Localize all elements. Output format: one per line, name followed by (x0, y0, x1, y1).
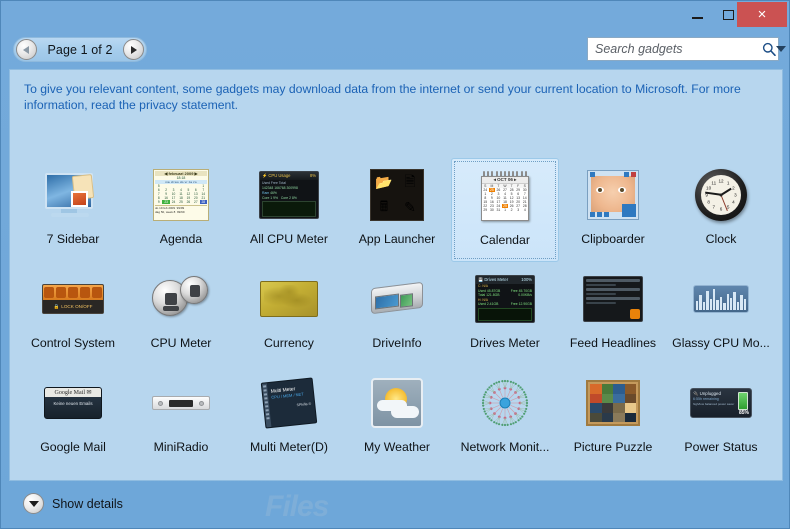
gadget-item-allcpu[interactable]: ⚡ CPU Usage8% Used Free Total 142348 166… (235, 158, 343, 262)
gadget-item-control[interactable]: 🔒LOCK ON/OFF Control System (19, 262, 127, 366)
gadget-item-glassy[interactable]: Glassy CPU Mo... (667, 262, 775, 366)
gadget-label: Drives Meter (470, 336, 540, 350)
gadget-item-sidebar[interactable]: 7 Sidebar (19, 158, 127, 262)
gadget-thumbnail-sidebar (42, 164, 104, 226)
next-page-button[interactable] (123, 39, 144, 60)
gadget-item-puzzle[interactable]: Picture Puzzle (559, 366, 667, 470)
gadget-item-currency[interactable]: Currency (235, 262, 343, 366)
gadget-label: Currency (264, 336, 314, 350)
chevron-left-icon (23, 46, 29, 54)
chevron-down-icon (776, 46, 786, 52)
minimize-button[interactable] (683, 2, 712, 27)
gadget-label: Network Monit... (461, 440, 550, 454)
gadget-label: Power Status (684, 440, 757, 454)
search-input[interactable] (588, 38, 762, 60)
gadget-label: CPU Meter (151, 336, 212, 350)
gadget-label: All CPU Meter (250, 232, 328, 246)
footer: Show details (1, 481, 790, 528)
search-dropdown-button[interactable] (776, 46, 790, 52)
gadget-thumbnail-allcpu: ⚡ CPU Usage8% Used Free Total 142348 166… (258, 164, 320, 226)
gadget-thumbnail-weather (366, 372, 428, 434)
gadget-thumbnail-puzzle (582, 372, 644, 434)
gadget-label: Clock (706, 232, 737, 246)
gadget-label: MiniRadio (154, 440, 209, 454)
maximize-icon (723, 10, 734, 20)
gadget-gallery-window: × Page 1 of 2 (0, 0, 790, 529)
gadget-item-weather[interactable]: My Weather (343, 366, 451, 470)
gadget-item-clock[interactable]: 121234567891011 Clock (667, 158, 775, 262)
pager-label: Page 1 of 2 (37, 43, 123, 57)
gadget-thumbnail-multimeter: Multi Meter CPU / MEM / NETSPkilla © (258, 372, 320, 434)
gadget-item-drivesmeter[interactable]: 💾 Drives Meter 100% C: N/A Used 45.87GBF… (451, 262, 559, 366)
gadget-grid: 7 Sidebar ◀ februari 2009 ▶ 18:18ma di wo… (19, 158, 775, 470)
minimize-icon (692, 17, 703, 19)
gadget-thumbnail-clock: 121234567891011 (690, 164, 752, 226)
gadget-item-network[interactable]: Network Monit... (451, 366, 559, 470)
gadget-label: Glassy CPU Mo... (672, 336, 770, 350)
privacy-notice: To give you relevant content, some gadge… (24, 81, 762, 113)
gadget-label: 7 Sidebar (47, 232, 100, 246)
gadget-label: My Weather (364, 440, 430, 454)
gadget-thumbnail-glassy (690, 268, 752, 330)
gadget-item-miniradio[interactable]: MiniRadio (127, 366, 235, 470)
gadget-thumbnail-drivesmeter: 💾 Drives Meter 100% C: N/A Used 45.87GBF… (474, 268, 536, 330)
show-details-button[interactable]: Show details (23, 493, 123, 514)
gadget-thumbnail-miniradio (150, 372, 212, 434)
gadget-thumbnail-applaunch: 📂🗎🖩✎ (366, 164, 428, 226)
gadget-thumbnail-feed (582, 268, 644, 330)
chevron-right-icon (131, 46, 137, 54)
gadget-item-agenda[interactable]: ◀ februari 2009 ▶ 18:18ma di wo do vr za… (127, 158, 235, 262)
gadget-item-calendar[interactable]: ◂ OCT 06 ▸SMTWTFS24252627282930123456789… (451, 158, 559, 262)
gadget-label: DriveInfo (372, 336, 421, 350)
gadget-label: Picture Puzzle (574, 440, 653, 454)
gadget-thumbnail-clipboarder (582, 164, 644, 226)
gadget-item-applaunch[interactable]: 📂🗎🖩✎ App Launcher (343, 158, 451, 262)
gadget-thumbnail-driveinfo (366, 268, 428, 330)
pager: Page 1 of 2 (13, 37, 147, 62)
gadget-thumbnail-network (474, 372, 536, 434)
gadget-label: Feed Headlines (570, 336, 656, 350)
search-box[interactable] (587, 37, 779, 61)
close-icon: × (758, 7, 767, 22)
gadget-label: Clipboarder (581, 232, 645, 246)
close-button[interactable]: × (737, 2, 787, 27)
gadget-thumbnail-currency (258, 268, 320, 330)
gadget-label: Multi Meter(D) (250, 440, 328, 454)
gadget-gallery-content: To give you relevant content, some gadge… (9, 69, 783, 481)
show-details-label: Show details (52, 497, 123, 511)
gadget-label: Google Mail (40, 440, 106, 454)
chevron-down-glyph (29, 501, 39, 507)
gadget-item-feed[interactable]: Feed Headlines (559, 262, 667, 366)
title-bar: × (1, 1, 790, 30)
toolbar: Page 1 of 2 (1, 33, 790, 67)
gadget-label: App Launcher (359, 232, 436, 246)
gadget-thumbnail-agenda: ◀ februari 2009 ▶ 18:18ma di wo do vr za… (150, 164, 212, 226)
gadget-item-cpumeter[interactable]: CPU Meter (127, 262, 235, 366)
gadget-label: Control System (31, 336, 115, 350)
gadget-thumbnail-control: 🔒LOCK ON/OFF (42, 268, 104, 330)
gadget-label: Calendar (480, 233, 530, 247)
gadget-item-driveinfo[interactable]: DriveInfo (343, 262, 451, 366)
gadget-thumbnail-cpumeter (150, 268, 212, 330)
gadget-thumbnail-calendar: ◂ OCT 06 ▸SMTWTFS24252627282930123456789… (474, 165, 536, 227)
gadget-thumbnail-gmail: Google Mail ✉Keine neuen Emails (42, 372, 104, 434)
gadget-item-clipboarder[interactable]: Clipboarder (559, 158, 667, 262)
previous-page-button[interactable] (16, 39, 37, 60)
gadget-label: Agenda (160, 232, 202, 246)
chevron-down-icon[interactable] (23, 493, 44, 514)
search-icon[interactable] (762, 42, 776, 56)
gadget-thumbnail-power: 🔌 Unplugged 6:55h remaininghigh/low bala… (690, 372, 752, 434)
gadget-item-gmail[interactable]: Google Mail ✉Keine neuen Emails Google Ma… (19, 366, 127, 470)
gadget-item-power[interactable]: 🔌 Unplugged 6:55h remaininghigh/low bala… (667, 366, 775, 470)
gadget-item-multimeter[interactable]: Multi Meter CPU / MEM / NETSPkilla © Mult… (235, 366, 343, 470)
